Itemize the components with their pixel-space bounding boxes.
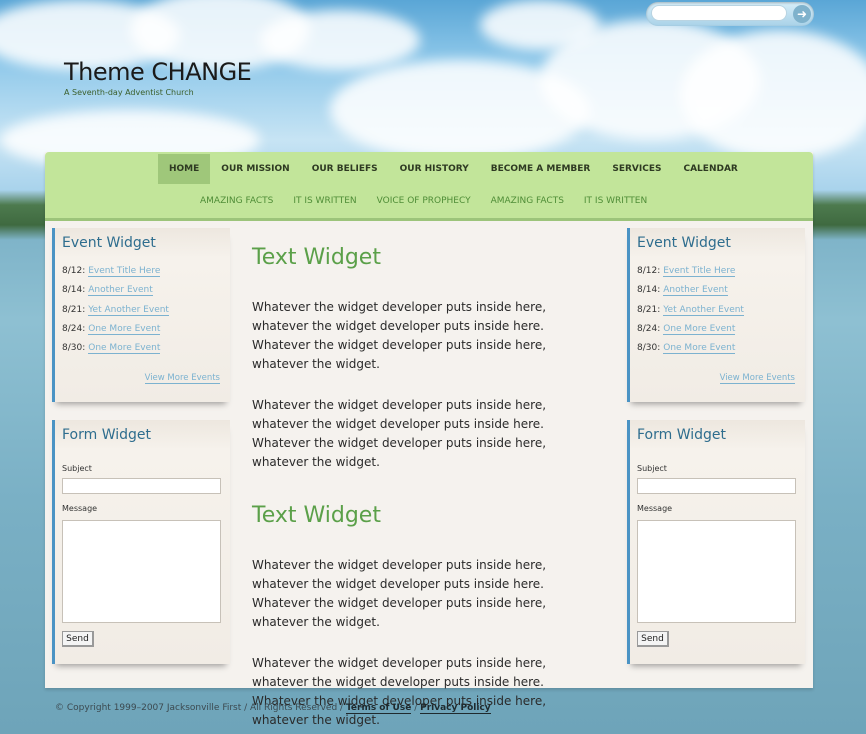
subnav-item-it-is-written[interactable]: IT IS WRITTEN (283, 190, 366, 212)
event-date: 8/14: (62, 285, 86, 296)
search-input[interactable] (651, 5, 787, 21)
message-textarea[interactable] (637, 520, 796, 623)
copyright-text: © Copyright 1999–2007 Jacksonville First… (55, 703, 344, 713)
search-submit-button[interactable]: ➜ (793, 5, 811, 23)
list-item: 8/24: One More Event (62, 323, 169, 343)
primary-nav: HOME OUR MISSION OUR BELIEFS OUR HISTORY… (158, 154, 749, 184)
event-link[interactable]: One More Event (88, 343, 161, 355)
subnav-item-voice-of-prophecy[interactable]: VOICE OF PROPHECY (367, 190, 481, 212)
event-link[interactable]: Event Title Here (88, 266, 161, 277)
message-label: Message (62, 504, 98, 513)
event-link[interactable]: One More Event (663, 343, 736, 355)
arrow-right-icon: ➜ (796, 7, 808, 21)
subnav-item-it-is-written[interactable]: IT IS WRITTEN (574, 190, 657, 212)
list-item: 8/30: One More Event (637, 343, 744, 362)
list-item: 8/14: Another Event (62, 285, 169, 304)
list-item: 8/24: One More Event (637, 323, 744, 343)
nav-item-become-a-member[interactable]: BECOME A MEMBER (480, 154, 602, 184)
event-link[interactable]: One More Event (663, 323, 736, 335)
event-link[interactable]: Yet Another Event (663, 304, 744, 316)
event-date: 8/14: (637, 285, 661, 296)
event-widget-left: Event Widget 8/12: Event Title Here 8/14:… (52, 228, 230, 402)
nav-item-home[interactable]: HOME (158, 154, 211, 184)
form-widget-right: Form Widget Subject Message Send (627, 420, 805, 664)
subject-label: Subject (62, 464, 92, 473)
view-more-events-link[interactable]: View More Events (719, 373, 795, 384)
subject-input[interactable] (62, 478, 221, 494)
event-date: 8/21: (637, 304, 661, 315)
nav-item-calendar[interactable]: CALENDAR (672, 154, 748, 184)
nav-item-our-history[interactable]: OUR HISTORY (389, 154, 480, 184)
privacy-policy-link[interactable]: Privacy Policy (420, 703, 491, 714)
list-item: 8/14: Another Event (637, 285, 744, 304)
event-date: 8/30: (62, 343, 86, 354)
event-link[interactable]: One More Event (88, 323, 161, 335)
event-date: 8/21: (62, 304, 86, 315)
section-heading: Text Widget (252, 245, 381, 270)
event-link[interactable]: Another Event (88, 285, 153, 297)
body-paragraph: Whatever the widget developer puts insid… (252, 558, 547, 629)
event-date: 8/24: (62, 323, 86, 334)
body-paragraph: Whatever the widget developer puts insid… (252, 300, 547, 371)
list-item: 8/21: Yet Another Event (62, 304, 169, 324)
subject-input[interactable] (637, 478, 796, 494)
list-item: 8/21: Yet Another Event (637, 304, 744, 324)
send-button[interactable]: Send (62, 631, 94, 647)
widget-title: Form Widget (637, 427, 727, 443)
section-heading: Text Widget (252, 503, 381, 528)
list-item: 8/12: Event Title Here (62, 266, 169, 285)
message-textarea[interactable] (62, 520, 221, 623)
event-date: 8/24: (637, 323, 661, 334)
event-widget-right: Event Widget 8/12: Event Title Here 8/14:… (627, 228, 805, 402)
site-title: Theme CHANGE (64, 58, 252, 86)
body-paragraph: Whatever the widget developer puts insid… (252, 398, 547, 469)
main-navigation: HOME OUR MISSION OUR BELIEFS OUR HISTORY… (45, 152, 813, 221)
message-label: Message (637, 504, 673, 513)
view-more-events-link[interactable]: View More Events (144, 373, 220, 384)
widget-title: Event Widget (62, 235, 156, 251)
list-item: 8/12: Event Title Here (637, 266, 744, 285)
terms-of-use-link[interactable]: Terms of Use (345, 703, 412, 714)
secondary-nav: AMAZING FACTS IT IS WRITTEN VOICE OF PRO… (190, 190, 657, 212)
event-date: 8/12: (62, 266, 86, 276)
site-tagline: A Seventh-day Adventist Church (64, 88, 194, 97)
event-link[interactable]: Yet Another Event (88, 304, 169, 316)
form-widget-left: Form Widget Subject Message Send (52, 420, 230, 664)
event-link[interactable]: Another Event (663, 285, 728, 297)
site-logo[interactable]: Theme CHANGE A Seventh-day Adventist Chu… (64, 58, 252, 97)
event-link[interactable]: Event Title Here (663, 266, 736, 277)
widget-title: Form Widget (62, 427, 152, 443)
nav-item-services[interactable]: SERVICES (601, 154, 672, 184)
body-paragraph: Whatever the widget developer puts insid… (252, 656, 547, 727)
nav-item-our-mission[interactable]: OUR MISSION (210, 154, 300, 184)
subject-label: Subject (637, 464, 667, 473)
footer-separator: / (414, 703, 418, 713)
event-list: 8/12: Event Title Here 8/14: Another Event… (62, 266, 169, 362)
send-button[interactable]: Send (637, 631, 669, 647)
widget-title: Event Widget (637, 235, 731, 251)
footer: © Copyright 1999–2007 Jacksonville First… (55, 703, 491, 714)
event-list: 8/12: Event Title Here 8/14: Another Event… (637, 266, 744, 362)
list-item: 8/30: One More Event (62, 343, 169, 362)
event-date: 8/30: (637, 343, 661, 354)
main-content: Text Widget Whatever the widget develope… (252, 236, 604, 730)
search-box: ➜ (646, 2, 814, 26)
nav-item-our-beliefs[interactable]: OUR BELIEFS (301, 154, 389, 184)
subnav-item-amazing-facts[interactable]: AMAZING FACTS (190, 190, 283, 212)
subnav-item-amazing-facts[interactable]: AMAZING FACTS (481, 190, 574, 212)
event-date: 8/12: (637, 266, 661, 276)
